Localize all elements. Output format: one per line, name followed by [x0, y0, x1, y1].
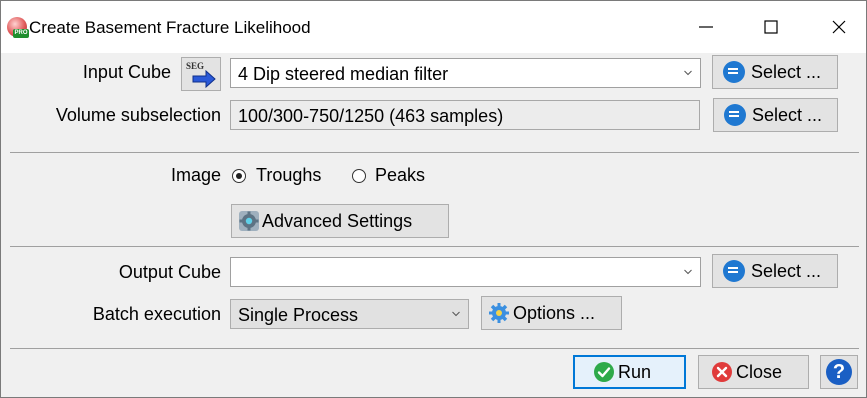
options-button[interactable]: Options ...: [481, 296, 622, 330]
separator: [10, 152, 859, 153]
window-title: Create Basement Fracture Likelihood: [29, 18, 311, 37]
minimize-button[interactable]: [683, 1, 729, 53]
app-icon: PRO: [7, 17, 29, 38]
peaks-radio-label[interactable]: Peaks: [375, 165, 425, 186]
batch-execution-combo[interactable]: Single Process: [230, 299, 469, 329]
database-icon: [724, 104, 746, 126]
input-cube-select-label: Select ...: [751, 61, 822, 82]
minimize-icon: [699, 26, 713, 28]
troughs-radio-label[interactable]: Troughs: [256, 165, 321, 186]
checkmark-icon: [594, 362, 614, 382]
options-label: Options ...: [513, 302, 596, 323]
batch-execution-value: Single Process: [238, 305, 359, 325]
seg-icon[interactable]: SEG: [181, 57, 221, 91]
input-cube-label: Input Cube: [82, 62, 171, 82]
image-label: Image: [170, 165, 221, 185]
separator: [10, 348, 859, 349]
output-cube-label: Output Cube: [118, 262, 221, 282]
chevron-down-icon: [684, 269, 692, 275]
help-symbol: ?: [832, 361, 846, 383]
dialog-window: PRO Create Basement Fracture Likelihood …: [0, 0, 867, 398]
output-cube-combo[interactable]: [230, 257, 701, 287]
database-icon: [723, 61, 745, 83]
output-cube-select-label: Select ...: [751, 260, 822, 281]
batch-execution-label: Batch execution: [92, 304, 221, 324]
volume-subselection-label: Volume subselection: [55, 105, 221, 125]
chevron-down-icon: [684, 70, 692, 76]
run-label: Run: [618, 361, 652, 382]
gear-icon: [239, 211, 259, 231]
advanced-settings-label: Advanced Settings: [262, 210, 413, 231]
advanced-settings-button[interactable]: Advanced Settings: [231, 204, 449, 238]
run-button[interactable]: Run: [573, 355, 686, 389]
peaks-radio[interactable]: [352, 169, 366, 183]
gear-icon: [489, 303, 509, 323]
chevron-down-icon: [452, 311, 460, 317]
volume-subselection-select-label: Select ...: [752, 104, 823, 125]
volume-subselection-field: 100/300-750/1250 (463 samples): [230, 100, 700, 130]
close-window-button[interactable]: [816, 1, 862, 53]
close-button[interactable]: Close: [698, 355, 809, 389]
input-cube-value: 4 Dip steered median filter: [238, 64, 449, 84]
database-icon: [723, 260, 745, 282]
troughs-radio[interactable]: [232, 169, 246, 183]
volume-subselection-select-button[interactable]: Select ...: [713, 98, 838, 132]
maximize-icon: [764, 20, 778, 34]
close-label: Close: [736, 361, 783, 382]
separator: [10, 246, 859, 247]
title-bar: PRO Create Basement Fracture Likelihood: [1, 1, 866, 53]
maximize-button[interactable]: [748, 1, 794, 53]
output-cube-select-button[interactable]: Select ...: [712, 254, 838, 288]
help-icon: ?: [826, 359, 852, 385]
arrow-right-icon: [192, 70, 216, 88]
close-icon: [832, 20, 846, 34]
close-circle-icon: [712, 362, 732, 382]
input-cube-combo[interactable]: 4 Dip steered median filter: [230, 58, 701, 88]
help-button[interactable]: ?: [820, 355, 858, 389]
volume-subselection-value: 100/300-750/1250 (463 samples): [238, 106, 504, 126]
input-cube-select-button[interactable]: Select ...: [712, 55, 838, 89]
pro-badge: PRO: [13, 29, 29, 38]
